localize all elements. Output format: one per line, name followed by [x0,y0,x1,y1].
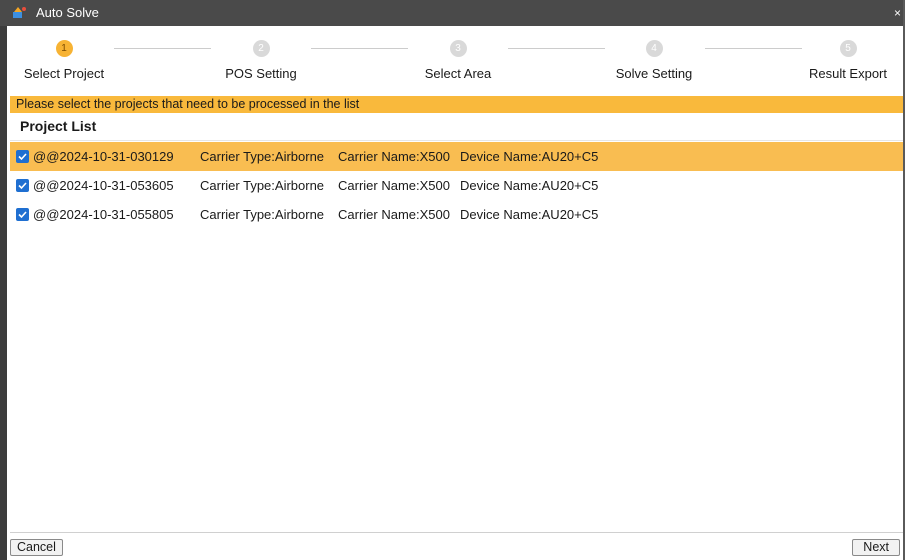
window-title: Auto Solve [36,5,99,20]
wizard-stepper: 1 Select Project 2 POS Setting 3 Select … [7,26,903,92]
step-connector [508,48,605,49]
step-solve-setting[interactable]: 4 Solve Setting [594,40,714,81]
checkmark-icon [18,153,27,161]
device-name: Device Name:AU20+C5 [460,149,599,164]
window-left-border [0,0,7,560]
divider [10,140,903,141]
cancel-button[interactable]: Cancel [10,539,63,556]
project-row[interactable]: @@2024-10-31-030129 Carrier Type:Airborn… [10,142,903,171]
project-checkbox[interactable] [16,150,29,163]
project-list: @@2024-10-31-030129 Carrier Type:Airborn… [10,142,903,229]
instruction-banner: Please select the projects that need to … [10,96,903,113]
device-name: Device Name:AU20+C5 [460,207,599,222]
step-number-badge: 2 [252,40,270,57]
project-row[interactable]: @@2024-10-31-055805 Carrier Type:Airborn… [10,200,903,229]
next-button[interactable]: Next [852,539,900,556]
step-select-area[interactable]: 3 Select Area [398,40,518,81]
project-name: @@2024-10-31-053605 [33,178,174,193]
step-connector [311,48,408,49]
step-number-badge: 5 [839,40,857,57]
app-logo-icon [12,6,28,20]
checkmark-icon [18,211,27,219]
checkmark-icon [18,182,27,190]
step-label: Result Export [808,66,888,81]
project-name: @@2024-10-31-030129 [33,149,174,164]
step-connector [114,48,211,49]
title-bar[interactable]: Auto Solve × [0,0,905,26]
project-list-title: Project List [20,118,97,134]
project-row[interactable]: @@2024-10-31-053605 Carrier Type:Airborn… [10,171,903,200]
step-pos-setting[interactable]: 2 POS Setting [201,40,321,81]
carrier-type: Carrier Type:Airborne [200,178,325,193]
step-label: POS Setting [225,66,297,81]
footer-divider [10,532,903,533]
step-select-project[interactable]: 1 Select Project [4,40,124,81]
step-number-badge: 1 [55,40,73,57]
project-checkbox[interactable] [16,179,29,192]
step-number-badge: 4 [645,40,663,57]
step-result-export[interactable]: 5 Result Export [788,40,905,81]
carrier-type: Carrier Type:Airborne [200,207,325,222]
project-checkbox[interactable] [16,208,29,221]
step-label: Select Project [23,66,105,81]
carrier-name: Carrier Name:X500 [338,149,450,164]
step-label: Select Area [424,66,492,81]
carrier-type: Carrier Type:Airborne [200,149,325,164]
step-number-badge: 3 [449,40,467,57]
carrier-name: Carrier Name:X500 [338,178,450,193]
close-icon[interactable]: × [894,6,901,20]
step-label: Solve Setting [615,66,693,81]
dialog-content: 1 Select Project 2 POS Setting 3 Select … [7,26,903,560]
device-name: Device Name:AU20+C5 [460,178,599,193]
carrier-name: Carrier Name:X500 [338,207,450,222]
project-name: @@2024-10-31-055805 [33,207,174,222]
